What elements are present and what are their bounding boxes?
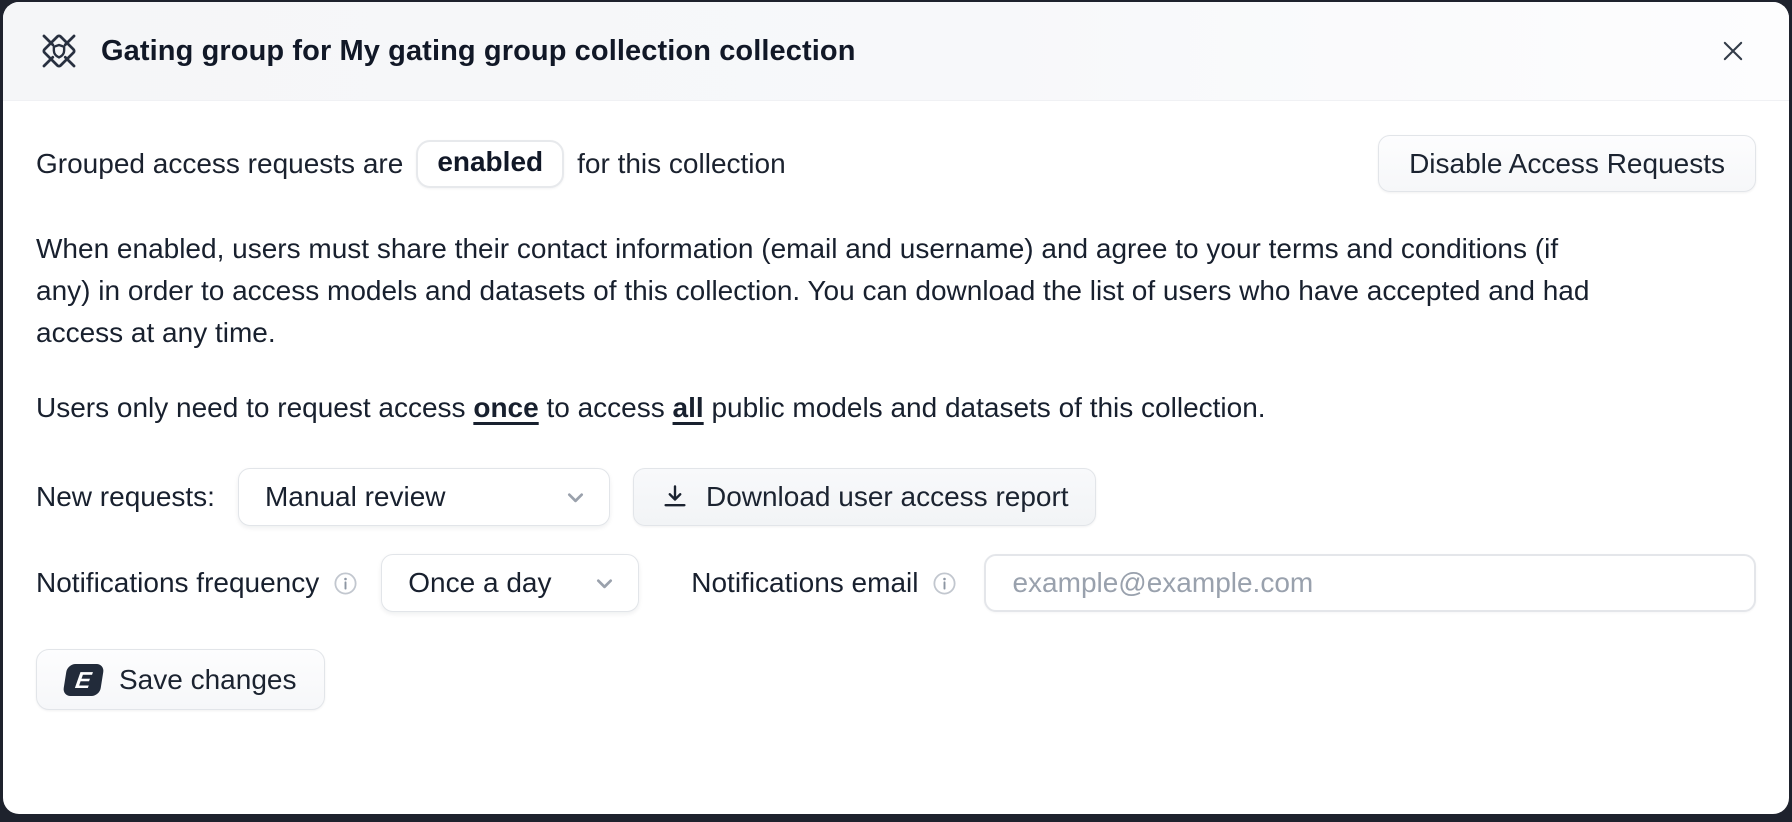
new-requests-row: New requests: Manual review Download use… (36, 468, 1756, 526)
status-prefix: Grouped access requests are (36, 148, 403, 180)
info-icon (332, 570, 359, 597)
save-button-label: Save changes (119, 664, 296, 696)
download-icon (660, 482, 690, 512)
access-note: Users only need to request access once t… (36, 387, 1756, 429)
notifications-email-input[interactable] (984, 554, 1756, 612)
status-row: Grouped access requests are enabled for … (36, 135, 1756, 192)
email-info-button[interactable] (931, 570, 958, 597)
download-button-label: Download user access report (706, 481, 1069, 513)
gating-group-modal: Gating group for My gating group collect… (3, 2, 1789, 814)
gating-description: When enabled, users must share their con… (36, 228, 1596, 354)
status-suffix: for this collection (577, 148, 786, 180)
enterprise-icon: E (62, 664, 104, 696)
note-part2: to access (539, 392, 673, 423)
note-part1: Users only need to request access (36, 392, 473, 423)
chevron-down-icon (591, 570, 618, 597)
close-icon (1719, 37, 1747, 65)
modal-header: Gating group for My gating group collect… (3, 2, 1789, 101)
new-requests-selected-value: Manual review (265, 481, 446, 513)
close-button[interactable] (1713, 31, 1753, 71)
notifications-row: Notifications frequency Once a day (36, 554, 1756, 612)
frequency-selected-value: Once a day (408, 567, 551, 599)
modal-body: Grouped access requests are enabled for … (3, 101, 1789, 710)
notifications-frequency-select[interactable]: Once a day (381, 554, 639, 612)
page-title: Gating group for My gating group collect… (101, 35, 856, 68)
notifications-frequency-label-group: Notifications frequency (36, 567, 359, 599)
disable-access-requests-button[interactable]: Disable Access Requests (1378, 135, 1756, 192)
new-requests-select[interactable]: Manual review (238, 468, 610, 526)
note-once-emphasis: once (473, 392, 538, 423)
note-part3: public models and datasets of this colle… (704, 392, 1266, 423)
info-icon (931, 570, 958, 597)
enabled-status-badge: enabled (416, 140, 564, 188)
new-requests-label: New requests: (36, 481, 215, 513)
note-all-emphasis: all (673, 392, 704, 423)
notifications-email-label: Notifications email (691, 567, 918, 599)
frequency-info-button[interactable] (332, 570, 359, 597)
gating-group-icon (37, 29, 81, 73)
save-changes-button[interactable]: E Save changes (36, 649, 325, 710)
notifications-frequency-label: Notifications frequency (36, 567, 319, 599)
status-text: Grouped access requests are enabled for … (36, 140, 786, 188)
notifications-email-label-group: Notifications email (691, 567, 958, 599)
chevron-down-icon (562, 484, 589, 511)
download-user-access-report-button[interactable]: Download user access report (633, 468, 1096, 526)
